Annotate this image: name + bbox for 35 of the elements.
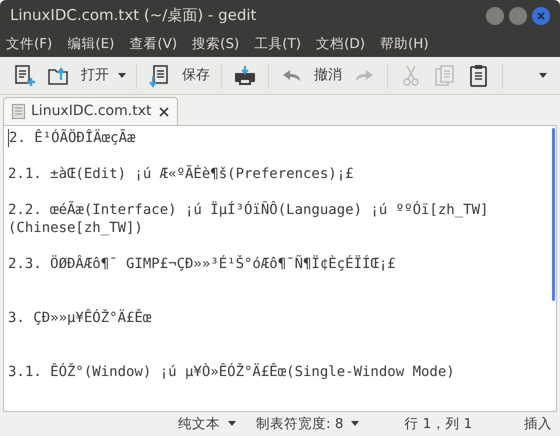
text-line: 2.2. œéÃæ(Interface) ¡ú ÏµÍ³ÓïÑÔ(Language) ¡ú ººÓï[zh_TW] (Chinese[zh_TW]) [8,201,490,237]
caret-icon [118,72,126,78]
menu-item[interactable]: 编辑(E) [67,34,114,54]
text-line: 2.1. ±àŒ(Edit) ¡ú Æ«ºÃÉè¶š(Preferences)¡£ [8,165,355,183]
text-line: 3. ÇÐ»»µ¥ÊÓŽ°Ä£Êœ [8,309,152,327]
caret-icon [351,421,360,427]
tab-width-dropdown[interactable]: 制表符宽度: 8 [256,414,360,434]
menu-item[interactable]: 文件(F) [6,34,52,54]
text-line: 2. Ê¹ÓÃÖÐÎÄœçÃæ [8,129,544,147]
insert-mode: 插入 [524,414,552,434]
scrollbar-thumb[interactable] [552,128,555,301]
text-line: 3.1. ÊÓŽ°(Window) ¡ú µ¥Ò»ÊÓŽ°Ä£Êœ(Single-Window Mode) [8,363,456,381]
maximize-button[interactable] [509,6,527,24]
open-button[interactable]: 打开 [42,60,114,90]
printer-icon [233,64,257,88]
new-document-icon [13,64,37,88]
document-icon [12,104,25,119]
caret-icon [228,421,236,427]
language-dropdown[interactable]: 纯文本 [178,414,236,434]
text-line: 2.3. ÖØÐÂÆô¶¯ GIMP£¬ÇÐ»»³É¹Š°óÆô¶¯Ñ¶Ï¢ÈçÉÏÍŒ¡£ [8,255,397,273]
close-icon[interactable] [159,106,170,116]
menu-item[interactable]: 工具(T) [254,34,302,54]
menu-item[interactable]: 文档(D) [316,34,365,54]
caret-icon [539,72,547,78]
undo-button[interactable]: 撤消 [275,60,347,90]
save-button[interactable]: 保存 [143,60,215,90]
menu-item[interactable]: 搜索(S) [192,34,240,54]
minimize-button[interactable] [486,6,504,24]
menu-item[interactable]: 查看(V) [129,34,178,54]
menu-item[interactable]: 帮助(H) [380,34,429,54]
tab-label: LinuxIDC.com.txt [31,102,152,121]
cursor-position: 行 1，列 1 [404,414,472,434]
window-title: LinuxIDC.com.txt (~/桌面) - gedit [10,5,256,26]
close-button[interactable] [532,6,550,24]
document-tab[interactable]: LinuxIDC.com.txt [3,97,178,125]
